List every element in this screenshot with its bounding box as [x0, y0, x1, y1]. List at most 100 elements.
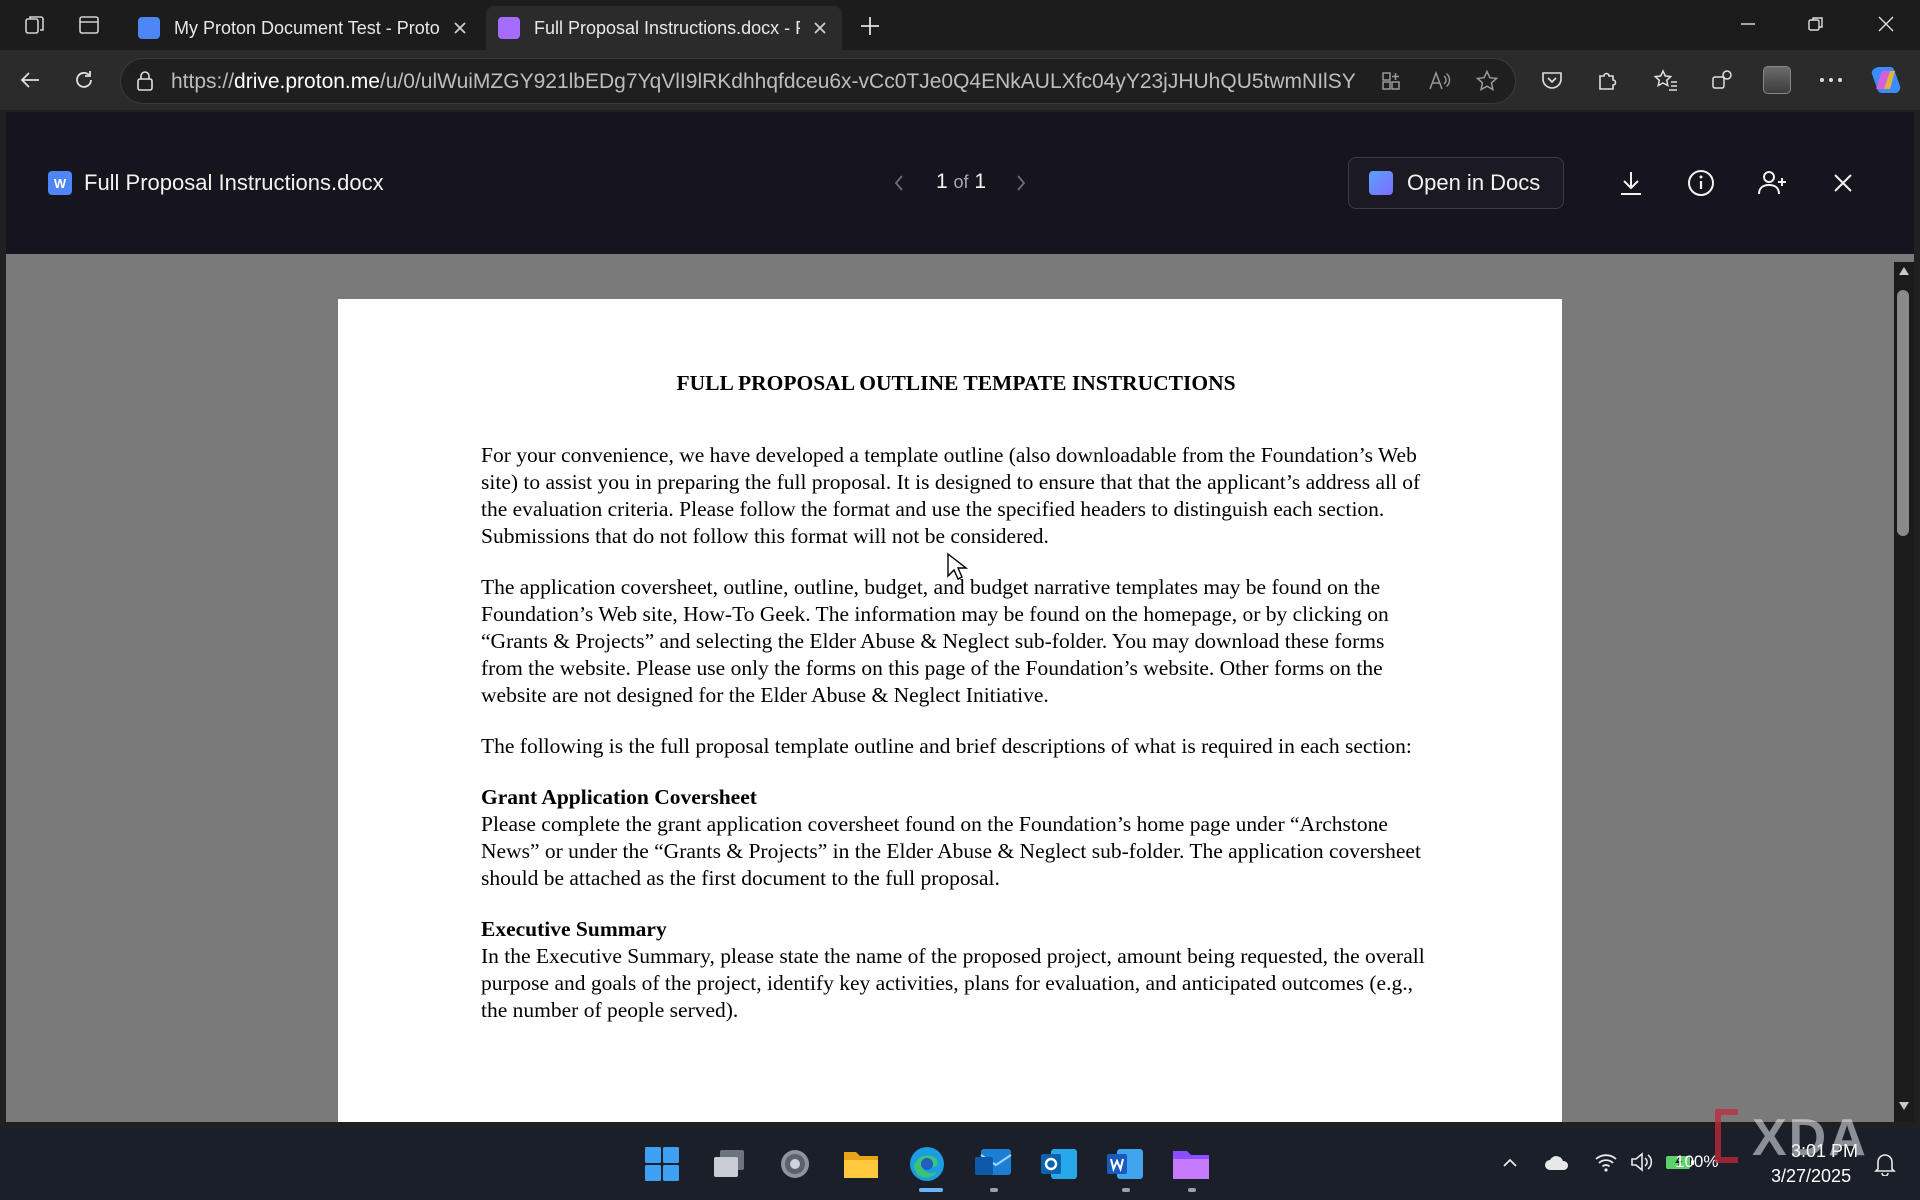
- details-button[interactable]: [1682, 164, 1720, 202]
- copilot-button[interactable]: [1866, 60, 1906, 100]
- proton-drive-favicon-icon: [498, 17, 520, 39]
- onedrive-tray[interactable]: [1542, 1150, 1572, 1176]
- extensions-button[interactable]: [1592, 62, 1624, 98]
- paragraph: The application coversheet, outline, out…: [481, 575, 1389, 707]
- close-icon: [1834, 174, 1852, 192]
- open-in-docs-button[interactable]: Open in Docs: [1348, 157, 1564, 209]
- triangle-up-icon: [1899, 267, 1909, 275]
- url-host: drive.proton.me: [234, 70, 380, 93]
- collections-button[interactable]: [1706, 62, 1738, 98]
- scroll-down-button[interactable]: [1897, 1100, 1911, 1112]
- taskbar-proton-drive[interactable]: [1165, 1138, 1217, 1190]
- current-page: 1: [936, 170, 948, 193]
- tab-full-proposal[interactable]: Full Proposal Instructions.docx - P: [486, 6, 842, 50]
- vertical-tabs-icon: [79, 16, 99, 34]
- paragraph: For your convenience, we have developed …: [481, 443, 1421, 548]
- edge-icon: [910, 1147, 944, 1181]
- chevron-up-icon: [1503, 1158, 1517, 1167]
- arrow-left-icon: [20, 72, 39, 88]
- close-viewer-button[interactable]: [1824, 164, 1862, 202]
- collections-icon: [1712, 70, 1732, 89]
- folder-icon: [844, 1152, 878, 1178]
- settings-more-button[interactable]: [1814, 62, 1848, 98]
- taskbar-word[interactable]: [1099, 1138, 1151, 1190]
- read-aloud-icon: [1429, 70, 1451, 90]
- proton-drive-running-indicator: [1188, 1188, 1196, 1192]
- tab-proton-document[interactable]: My Proton Document Test - Proto: [126, 6, 482, 50]
- watermark-text: XDA: [1752, 1109, 1868, 1167]
- avatar: [1763, 66, 1791, 94]
- word-icon: [1107, 1149, 1143, 1179]
- gear-icon: [781, 1150, 809, 1178]
- file-name: Full Proposal Instructions.docx: [84, 170, 384, 195]
- star-icon: [1475, 69, 1499, 91]
- close-tab-icon[interactable]: [810, 18, 830, 38]
- section: Grant Application Coversheet Please compl…: [481, 784, 1431, 892]
- minimize-button[interactable]: [1728, 6, 1768, 42]
- close-window-button[interactable]: [1866, 6, 1906, 42]
- download-icon: [1621, 172, 1641, 195]
- url-path: /u/0/ulWuiMZGY921lbEDg7YqVlI9lRKdhhqfdce…: [379, 70, 1356, 93]
- restore-button[interactable]: [1796, 6, 1836, 42]
- document-title: FULL PROPOSAL OUTLINE TEMPATE INSTRUCTIO…: [676, 371, 1236, 395]
- document-page: FULL PROPOSAL OUTLINE TEMPATE INSTRUCTIO…: [338, 299, 1562, 1122]
- section-heading: Executive Summary: [481, 917, 667, 941]
- next-page-button[interactable]: [1010, 170, 1032, 196]
- share-button[interactable]: [1752, 164, 1792, 202]
- taskbar-edge[interactable]: [901, 1138, 953, 1190]
- download-button[interactable]: [1612, 164, 1650, 202]
- mail-icon: [975, 1149, 1012, 1175]
- windows-logo-icon: [645, 1147, 679, 1181]
- minimize-icon: [1741, 23, 1755, 25]
- taskbar-settings[interactable]: [769, 1138, 821, 1190]
- read-aloud-button[interactable]: [1424, 66, 1454, 96]
- chevron-left-icon: [894, 175, 903, 191]
- workspaces-icon: [25, 16, 44, 34]
- edge-active-indicator: [919, 1188, 943, 1192]
- section-heading: Grant Application Coversheet: [481, 785, 757, 809]
- copilot-icon: [1871, 67, 1901, 93]
- taskbar-mail[interactable]: [967, 1138, 1019, 1190]
- section-body: Please complete the grant application co…: [481, 812, 1421, 890]
- previous-page-button[interactable]: [888, 170, 910, 196]
- tab-actions-button[interactable]: [72, 8, 106, 42]
- start-button[interactable]: [636, 1138, 688, 1190]
- clock-date[interactable]: 3/27/2025: [1771, 1166, 1851, 1187]
- task-view-icon: [714, 1150, 744, 1177]
- taskbar-outlook[interactable]: [1033, 1138, 1085, 1190]
- notifications-button[interactable]: [1870, 1150, 1900, 1178]
- url-text[interactable]: https://drive.proton.me/u/0/ulWuiMZGY921…: [171, 70, 1356, 94]
- taskbar-file-explorer[interactable]: [835, 1138, 887, 1190]
- scrollbar-thumb[interactable]: [1897, 290, 1909, 536]
- proton-docs-favicon-icon: [138, 17, 160, 39]
- total-pages: 1: [974, 170, 987, 193]
- wifi-icon: [1595, 1154, 1617, 1172]
- cloud-icon: [1545, 1156, 1569, 1170]
- pocket-extension-button[interactable]: [1536, 62, 1568, 98]
- scroll-up-button[interactable]: [1897, 265, 1911, 277]
- cursor-arrow-icon: [947, 552, 968, 580]
- pocket-icon: [1542, 72, 1562, 89]
- volume-tray[interactable]: [1628, 1148, 1656, 1176]
- favorites-button[interactable]: [1650, 62, 1682, 98]
- triangle-down-icon: [1899, 1102, 1909, 1110]
- proton-docs-icon: [1369, 171, 1393, 195]
- plus-icon: [861, 17, 879, 35]
- task-view-button[interactable]: [703, 1138, 755, 1190]
- profile-button[interactable]: [1760, 62, 1794, 98]
- new-tab-button[interactable]: [852, 8, 888, 44]
- workspaces-button[interactable]: [18, 8, 52, 42]
- chevron-right-icon: [1017, 175, 1026, 191]
- page-indicator: 1 of 1: [936, 170, 986, 194]
- site-info-button[interactable]: [132, 68, 158, 94]
- back-button[interactable]: [12, 62, 48, 98]
- wifi-tray[interactable]: [1592, 1148, 1620, 1176]
- show-hidden-icons-button[interactable]: [1498, 1150, 1522, 1176]
- page-of-label: of: [953, 172, 969, 192]
- speaker-icon: [1631, 1152, 1653, 1172]
- close-tab-icon[interactable]: [450, 18, 470, 38]
- favorite-button[interactable]: [1472, 66, 1502, 96]
- refresh-button[interactable]: [66, 62, 102, 98]
- app-available-button[interactable]: [1376, 66, 1406, 96]
- bracket-icon: [1715, 1109, 1738, 1163]
